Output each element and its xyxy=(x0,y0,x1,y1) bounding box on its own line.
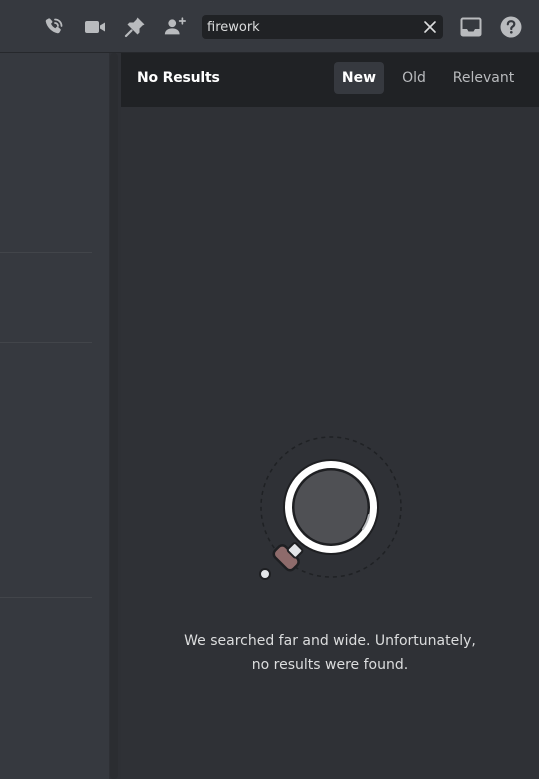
close-icon[interactable] xyxy=(422,19,438,35)
scrollbar-thumb[interactable] xyxy=(110,53,118,779)
video-call-icon[interactable] xyxy=(83,15,107,39)
magnifying-glass-icon xyxy=(251,433,411,593)
search-results-panel: No Results New Old Relevant We searched … xyxy=(121,53,539,779)
app-window: No Results New Old Relevant xyxy=(0,0,539,779)
empty-state-line-1: We searched far and wide. Unfortunately, xyxy=(184,633,476,649)
message-divider xyxy=(0,342,92,343)
chat-area xyxy=(0,53,109,779)
threads-phone-icon[interactable] xyxy=(42,15,66,39)
help-icon[interactable] xyxy=(499,15,523,39)
empty-state-line-2: no results were found. xyxy=(251,657,409,673)
empty-state-message: We searched far and wide. Unfortunately,… xyxy=(121,629,539,677)
inbox-icon[interactable] xyxy=(459,15,483,39)
top-toolbar xyxy=(0,0,539,53)
add-member-icon[interactable] xyxy=(163,15,187,39)
tab-old[interactable]: Old xyxy=(393,62,435,94)
message-divider xyxy=(0,252,92,253)
tab-relevant[interactable]: Relevant xyxy=(446,62,521,94)
results-header: No Results New Old Relevant xyxy=(121,53,539,107)
tab-new[interactable]: New xyxy=(334,62,384,94)
results-title: No Results xyxy=(137,70,220,86)
search-box[interactable] xyxy=(202,15,443,39)
pin-icon[interactable] xyxy=(123,15,147,39)
search-input[interactable] xyxy=(207,15,417,39)
message-divider xyxy=(0,597,92,598)
